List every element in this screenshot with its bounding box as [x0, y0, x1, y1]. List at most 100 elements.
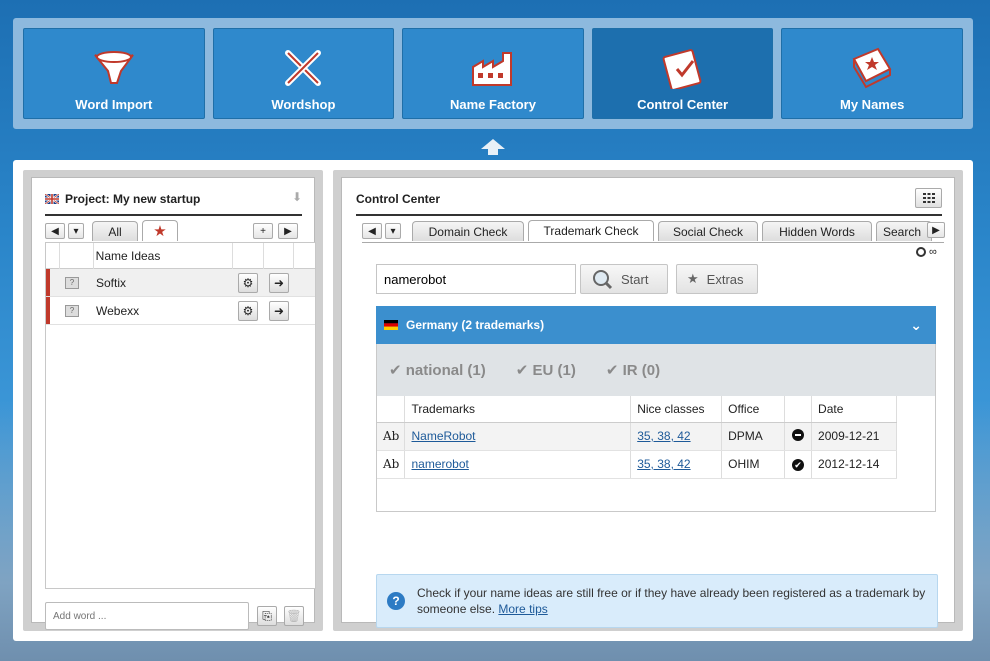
- scroll-right-button[interactable]: ▶: [927, 222, 945, 238]
- status-indicators: ∞: [916, 246, 937, 258]
- word-mark-icon: Ab: [377, 450, 406, 479]
- trademarks-table: Trademarks Nice classes Office Date Ab N…: [377, 396, 897, 479]
- panel-title: Control Center: [356, 192, 440, 206]
- table-row[interactable]: ? Webexx ⚙ ➜: [46, 297, 315, 325]
- tab-label: Search: [883, 224, 922, 239]
- nav-word-import[interactable]: Word Import: [23, 28, 205, 119]
- tab-trademark-check[interactable]: Trademark Check: [528, 220, 654, 241]
- check-status-icon: ✔: [792, 459, 805, 471]
- project-panel: Project: My new startup ⬇ ◀ ▾ All ★ + ▶ …: [31, 177, 316, 630]
- settings-gears-icon[interactable]: ⚙: [238, 272, 258, 293]
- tab-search[interactable]: Search: [876, 221, 932, 241]
- filter-label: national (1): [405, 362, 486, 379]
- gauge-icon[interactable]: [916, 247, 926, 257]
- date-value: 2012-12-14: [811, 450, 897, 479]
- nav-label: My Names: [840, 97, 905, 112]
- dropdown-button[interactable]: ▾: [385, 223, 401, 239]
- filter-bar: ✔ national (1) ✔ EU (1) ✔ IR (0): [377, 344, 935, 396]
- trademark-link[interactable]: NameRobot: [411, 429, 475, 443]
- divider: [45, 214, 302, 216]
- nav-wordshop[interactable]: Wordshop: [212, 28, 395, 119]
- tools-icon: [285, 50, 322, 86]
- trademark-search-input[interactable]: [376, 264, 576, 294]
- add-word-input[interactable]: [45, 602, 249, 630]
- download-arrow-icon[interactable]: ⬇: [292, 190, 302, 204]
- main-container: Project: My new startup ⬇ ◀ ▾ All ★ + ▶ …: [13, 160, 973, 641]
- tab-label: Domain Check: [428, 224, 508, 239]
- scroll-left-button[interactable]: ◀: [362, 223, 382, 239]
- column-header-date: Date: [811, 396, 897, 423]
- chevron-down-icon[interactable]: ⌄: [910, 317, 922, 334]
- arrow-right-icon[interactable]: ➜: [269, 272, 289, 293]
- control-center-panel: Control Center ◀ ▾ Domain Check Trademar…: [341, 177, 955, 628]
- column-header-nice-classes: Nice classes: [630, 396, 723, 423]
- nav-name-factory[interactable]: Name Factory: [402, 28, 584, 119]
- star-icon: ★: [687, 271, 699, 286]
- start-label: Start: [621, 271, 649, 287]
- tab-label: Social Check: [672, 224, 744, 239]
- magnifier-icon: [593, 270, 613, 290]
- filter-label: EU (1): [532, 362, 576, 379]
- country-header-text: Germany (2 trademarks): [406, 318, 545, 332]
- name-idea-text: Webexx: [96, 303, 140, 318]
- project-title-text: Project: My new startup: [65, 192, 201, 206]
- table-row[interactable]: Ab namerobot 35, 38, 42 OHIM ✔ 2012-12-1…: [377, 450, 897, 479]
- nav-my-names[interactable]: My Names: [781, 28, 963, 119]
- table-header: Trademarks Nice classes Office Date: [377, 396, 897, 423]
- infinity-label: ∞: [929, 246, 937, 258]
- scroll-right-button[interactable]: ▶: [278, 223, 298, 239]
- column-header-name-ideas: Name Ideas: [94, 243, 233, 269]
- tab-favorites[interactable]: ★: [142, 220, 178, 241]
- top-navigation: Word Import Wordshop Name Factory Contro…: [13, 18, 973, 129]
- trash-icon[interactable]: 🗑: [284, 606, 304, 626]
- nice-classes-link[interactable]: 35, 38, 42: [637, 457, 690, 471]
- nav-label: Name Factory: [449, 97, 536, 112]
- uk-flag-icon: [45, 194, 59, 204]
- tab-social-check[interactable]: Social Check: [658, 221, 758, 241]
- collapse-up-icon[interactable]: [478, 135, 508, 155]
- import-word-icon[interactable]: ⎘: [257, 606, 277, 626]
- column-header-office: Office: [721, 396, 786, 423]
- name-ideas-table: Name Ideas ? Softix ⚙ ➜ ? Webexx ⚙ ➜: [45, 242, 316, 589]
- unknown-status-icon: ?: [65, 304, 79, 317]
- arrow-right-icon[interactable]: ➜: [269, 300, 289, 321]
- table-header: Name Ideas: [46, 243, 315, 269]
- nav-label: Control Center: [637, 97, 729, 112]
- tab-all[interactable]: All: [92, 221, 138, 241]
- country-header-germany[interactable]: Germany (2 trademarks) ⌄: [376, 306, 936, 344]
- date-value: 2009-12-21: [811, 422, 897, 451]
- start-button[interactable]: Start: [580, 264, 668, 294]
- dropdown-button[interactable]: ▾: [68, 223, 84, 239]
- tab-hidden-words[interactable]: Hidden Words: [762, 221, 872, 241]
- nice-classes-link[interactable]: 35, 38, 42: [637, 429, 690, 443]
- country-results: ✔ national (1) ✔ EU (1) ✔ IR (0) Tradema…: [376, 344, 936, 512]
- project-title: Project: My new startup: [45, 192, 200, 206]
- add-tab-button[interactable]: +: [253, 223, 273, 239]
- grid-view-icon[interactable]: [915, 188, 942, 208]
- book-star-icon: [852, 47, 892, 89]
- tip-text: Check if your name ideas are still free …: [417, 585, 937, 617]
- extras-button[interactable]: ★ Extras: [676, 264, 758, 294]
- tab-label: All: [108, 224, 122, 239]
- table-row[interactable]: ? Softix ⚙ ➜: [46, 269, 315, 297]
- nav-label: Word Import: [75, 97, 153, 112]
- tip-box: ? Check if your name ideas are still fre…: [376, 574, 938, 628]
- tabs-baseline: [362, 242, 944, 243]
- settings-gears-icon[interactable]: ⚙: [238, 300, 258, 321]
- tab-label: Trademark Check: [543, 224, 639, 238]
- more-tips-link[interactable]: More tips: [498, 602, 547, 616]
- office-value: OHIM: [721, 450, 786, 479]
- unknown-status-icon: ?: [65, 276, 79, 289]
- filter-label: IR (0): [622, 362, 661, 379]
- star-icon: ★: [153, 223, 167, 240]
- tab-domain-check[interactable]: Domain Check: [412, 221, 524, 241]
- name-idea-text: Softix: [96, 275, 127, 290]
- filter-eu[interactable]: ✔ EU (1): [516, 361, 576, 379]
- filter-ir[interactable]: ✔ IR (0): [606, 361, 660, 379]
- table-row[interactable]: Ab NameRobot 35, 38, 42 DPMA 2009-12-21: [377, 422, 897, 451]
- nav-control-center[interactable]: Control Center: [591, 28, 774, 119]
- filter-national[interactable]: ✔ national (1): [389, 361, 486, 379]
- clipboard-check-icon: [662, 49, 702, 89]
- scroll-left-button[interactable]: ◀: [45, 223, 65, 239]
- trademark-link[interactable]: namerobot: [411, 457, 468, 471]
